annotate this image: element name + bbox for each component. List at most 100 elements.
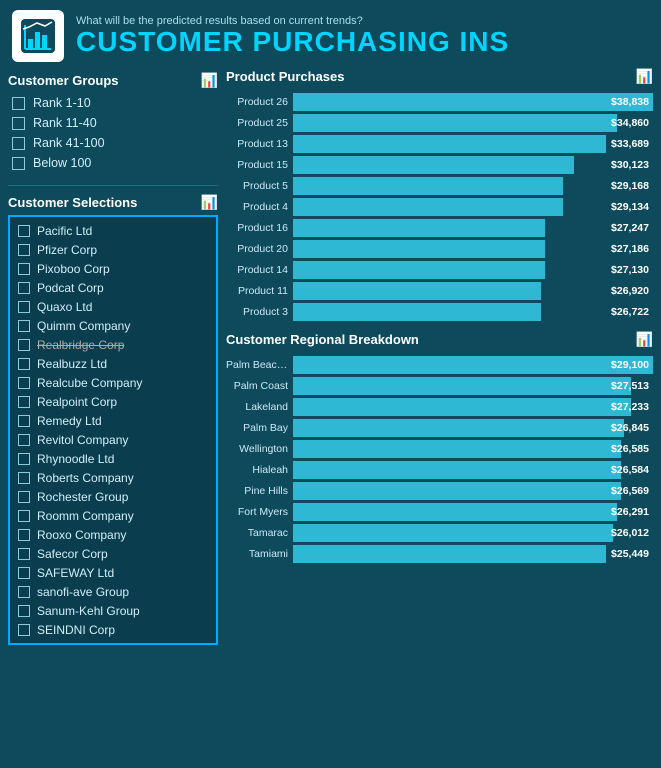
checkbox[interactable] [18,415,30,427]
checkbox[interactable] [18,320,30,332]
bar-row: Product 11 $26,920 [226,282,653,300]
list-item[interactable]: Roberts Company [14,468,212,487]
customer-label: Sanum-Kehl Group [37,604,140,618]
list-item[interactable]: Rooxo Company [14,525,212,544]
group-label: Rank 41-100 [33,136,105,150]
group-item[interactable]: Rank 11-40 [8,113,218,133]
bar-fill [293,114,617,132]
selections-box[interactable]: Pacific LtdPfizer Corp Pixoboo Corp Podcat… [8,215,218,645]
list-item[interactable]: Sanum-Kehl Group [14,601,212,620]
bar-row: Product 16 $27,247 [226,219,653,237]
customers-list: Pacific LtdPfizer Corp Pixoboo Corp Podcat… [14,221,212,639]
checkbox[interactable] [18,282,30,294]
bar-row: Product 13 $33,689 [226,135,653,153]
regional-chart-icon[interactable]: 📊 [636,331,653,348]
list-item[interactable]: Revitol Company [14,430,212,449]
list-item[interactable]: Realbuzz Ltd [14,354,212,373]
bar-label: Product 14 [226,264,288,276]
bar-value: $27,247 [611,222,649,234]
bar-label: Pine Hills [226,485,288,497]
bar-track: $29,168 [293,177,653,195]
list-item[interactable]: SAFEWAY Ltd [14,563,212,582]
checkbox[interactable] [18,491,30,503]
checkbox[interactable] [18,339,30,351]
checkbox[interactable] [18,472,30,484]
checkbox[interactable] [18,225,30,237]
group-item[interactable]: Below 100 [8,153,218,173]
group-label: Rank 1-10 [33,96,91,110]
bar-row: Palm Beach G... $29,100 [226,356,653,374]
checkbox[interactable] [18,377,30,389]
checkbox[interactable] [18,453,30,465]
checkbox[interactable] [18,263,30,275]
checkbox[interactable] [18,358,30,370]
bar-label: Wellington [226,443,288,455]
product-chart-icon[interactable]: 📊 [636,68,653,85]
bar-label: Tamiami [226,548,288,560]
group-item[interactable]: Rank 41-100 [8,133,218,153]
checkbox[interactable] [18,396,30,408]
checkbox[interactable] [12,117,25,130]
bar-fill [293,219,545,237]
group-item[interactable]: Rank 1-10 [8,93,218,113]
bar-value: $30,123 [611,159,649,171]
bar-track: $33,689 [293,135,653,153]
main-content: Customer Groups 📊 Rank 1-10 Rank 11-40 Ran… [0,68,661,653]
list-item[interactable]: Realbridge Corp [14,335,212,354]
bar-fill [293,240,545,258]
checkbox[interactable] [12,97,25,110]
bar-fill [293,356,653,374]
list-item[interactable]: Pacific Ltd [14,221,212,240]
checkbox[interactable] [18,510,30,522]
bar-fill [293,419,624,437]
customer-label: Remedy Ltd [37,414,102,428]
list-item[interactable]: Remedy Ltd [14,411,212,430]
bar-row: Product 26 $38,838 [226,93,653,111]
list-item[interactable]: sanofi-ave Group [14,582,212,601]
header-subtitle: What will be the predicted results based… [76,15,509,27]
checkbox[interactable] [12,137,25,150]
groups-chart-icon[interactable]: 📊 [201,72,218,89]
list-item[interactable]: Pixoboo Corp [14,259,212,278]
customer-label: Realcube Company [37,376,142,390]
list-item[interactable]: Safecor Corp [14,544,212,563]
checkbox[interactable] [18,605,30,617]
checkbox[interactable] [18,586,30,598]
selections-chart-icon[interactable]: 📊 [201,194,218,211]
bar-label: Product 3 [226,306,288,318]
customer-label: Quimm Company [37,319,130,333]
list-item[interactable]: Quaxo Ltd [14,297,212,316]
checkbox[interactable] [18,301,30,313]
list-item[interactable]: Rochester Group [14,487,212,506]
list-item[interactable]: Quimm Company [14,316,212,335]
customer-label: Pixoboo Corp [37,262,110,276]
bar-value: $26,569 [611,485,649,497]
bar-track: $38,838 [293,93,653,111]
checkbox[interactable] [18,529,30,541]
list-item[interactable]: Roomm Company [14,506,212,525]
checkbox[interactable] [18,567,30,579]
checkbox[interactable] [12,157,25,170]
checkbox[interactable] [18,624,30,636]
selections-section-header: Customer Selections 📊 [8,194,218,211]
checkbox[interactable] [18,244,30,256]
groups-title: Customer Groups [8,73,119,88]
list-item[interactable]: Rhynoodle Ltd [14,449,212,468]
bar-fill [293,303,541,321]
list-item[interactable]: Realcube Company [14,373,212,392]
bar-fill [293,156,574,174]
list-item[interactable]: Podcat Corp [14,278,212,297]
customer-selections-section: Customer Selections 📊 Pacific LtdPfizer … [8,194,218,645]
bar-track: $26,585 [293,440,653,458]
list-item[interactable]: SEINDNI Corp [14,620,212,639]
bar-label: Product 20 [226,243,288,255]
bar-track: $30,123 [293,156,653,174]
list-item[interactable]: Pfizer Corp [14,240,212,259]
list-item[interactable]: Realpoint Corp [14,392,212,411]
checkbox[interactable] [18,434,30,446]
checkbox[interactable] [18,548,30,560]
right-panel: Product Purchases 📊 Product 26 $38,838 P… [226,68,653,645]
bar-value: $27,130 [611,264,649,276]
bar-label: Palm Beach G... [226,359,288,371]
bar-value: $34,860 [611,117,649,129]
